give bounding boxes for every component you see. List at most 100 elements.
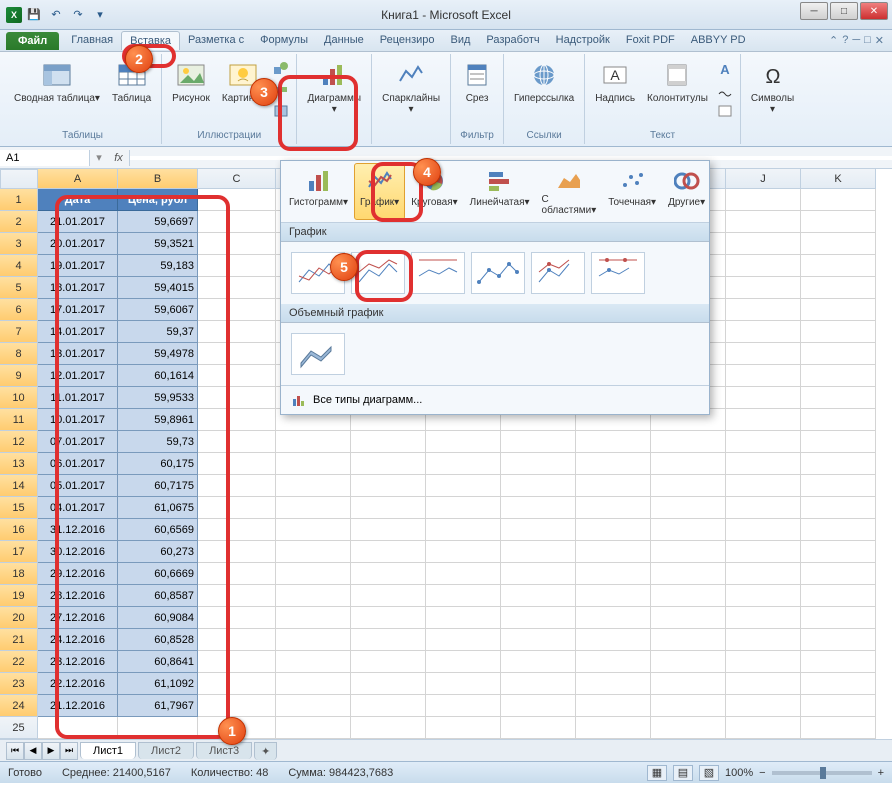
cell-D20[interactable] [276, 607, 351, 629]
cell-A9[interactable]: 12.01.2017 [38, 365, 118, 387]
cell-B18[interactable]: 60,6669 [118, 563, 198, 585]
select-all-corner[interactable] [0, 169, 38, 189]
tab-формулы[interactable]: Формулы [252, 31, 316, 50]
cell-C1[interactable] [198, 189, 276, 211]
cell-K19[interactable] [801, 585, 876, 607]
cell-C5[interactable] [198, 277, 276, 299]
cell-B7[interactable]: 59,37 [118, 321, 198, 343]
cell-J6[interactable] [726, 299, 801, 321]
headerfooter-button[interactable]: Колонтитулы [643, 56, 712, 107]
cell-B1[interactable]: Цена, рубл [118, 189, 198, 211]
row-header-25[interactable]: 25 [0, 717, 38, 739]
help-icon[interactable]: ? [842, 34, 848, 47]
cell-D25[interactable] [276, 717, 351, 739]
cell-B25[interactable] [118, 717, 198, 739]
column-header-K[interactable]: K [801, 169, 876, 189]
cell-I19[interactable] [651, 585, 726, 607]
cell-F22[interactable] [426, 651, 501, 673]
row-header-7[interactable]: 7 [0, 321, 38, 343]
file-tab[interactable]: Файл [6, 32, 59, 50]
cell-B17[interactable]: 60,273 [118, 541, 198, 563]
cell-I22[interactable] [651, 651, 726, 673]
cell-J5[interactable] [726, 277, 801, 299]
cell-F12[interactable] [426, 431, 501, 453]
tab-рецензиро[interactable]: Рецензиро [372, 31, 443, 50]
cell-J2[interactable] [726, 211, 801, 233]
cell-C18[interactable] [198, 563, 276, 585]
cell-A18[interactable]: 29.12.2016 [38, 563, 118, 585]
cell-D19[interactable] [276, 585, 351, 607]
row-header-11[interactable]: 11 [0, 409, 38, 431]
tab-надстройк[interactable]: Надстройк [548, 31, 618, 50]
cell-B6[interactable]: 59,6067 [118, 299, 198, 321]
row-header-8[interactable]: 8 [0, 343, 38, 365]
cell-J13[interactable] [726, 453, 801, 475]
name-box-dropdown[interactable]: ▾ [90, 151, 108, 164]
minimize-ribbon-icon[interactable]: ⌃ [829, 34, 838, 47]
cell-F16[interactable] [426, 519, 501, 541]
cell-B4[interactable]: 59,183 [118, 255, 198, 277]
cell-G14[interactable] [501, 475, 576, 497]
cell-A11[interactable]: 10.01.2017 [38, 409, 118, 431]
cell-A25[interactable] [38, 717, 118, 739]
cell-E14[interactable] [351, 475, 426, 497]
slicer-button[interactable]: Срез [457, 56, 497, 107]
cell-C24[interactable] [198, 695, 276, 717]
row-header-9[interactable]: 9 [0, 365, 38, 387]
cell-K2[interactable] [801, 211, 876, 233]
cell-A10[interactable]: 11.01.2017 [38, 387, 118, 409]
charts-button[interactable]: Диаграммы▾ [303, 56, 365, 118]
cell-J8[interactable] [726, 343, 801, 365]
close-button[interactable]: ✕ [860, 2, 888, 20]
cell-J10[interactable] [726, 387, 801, 409]
cell-F20[interactable] [426, 607, 501, 629]
cell-G23[interactable] [501, 673, 576, 695]
cell-B22[interactable]: 60,8641 [118, 651, 198, 673]
cell-D21[interactable] [276, 629, 351, 651]
cell-A3[interactable]: 20.01.2017 [38, 233, 118, 255]
cell-G13[interactable] [501, 453, 576, 475]
cell-G22[interactable] [501, 651, 576, 673]
row-header-18[interactable]: 18 [0, 563, 38, 585]
cell-K18[interactable] [801, 563, 876, 585]
row-header-2[interactable]: 2 [0, 211, 38, 233]
cell-G24[interactable] [501, 695, 576, 717]
cell-E15[interactable] [351, 497, 426, 519]
all-chart-types-button[interactable]: Все типы диаграмм... [281, 385, 709, 414]
cell-I16[interactable] [651, 519, 726, 541]
row-header-12[interactable]: 12 [0, 431, 38, 453]
cell-G25[interactable] [501, 717, 576, 739]
cell-A7[interactable]: 14.01.2017 [38, 321, 118, 343]
column-header-C[interactable]: C [198, 169, 276, 189]
cell-B12[interactable]: 59,73 [118, 431, 198, 453]
cell-J3[interactable] [726, 233, 801, 255]
tab-главная[interactable]: Главная [63, 31, 121, 50]
cell-I13[interactable] [651, 453, 726, 475]
shapes-button[interactable] [272, 60, 290, 78]
cell-K8[interactable] [801, 343, 876, 365]
zoom-in-button[interactable]: + [878, 767, 884, 779]
cell-J11[interactable] [726, 409, 801, 431]
tab-данные[interactable]: Данные [316, 31, 372, 50]
column-header-B[interactable]: B [118, 169, 198, 189]
cell-D16[interactable] [276, 519, 351, 541]
cell-A20[interactable]: 27.12.2016 [38, 607, 118, 629]
cell-K16[interactable] [801, 519, 876, 541]
cell-C20[interactable] [198, 607, 276, 629]
chart-category-area[interactable]: Собластями▾ [536, 163, 603, 220]
maximize-button[interactable]: □ [830, 2, 858, 20]
sheet-nav-next[interactable]: ▶ [42, 742, 60, 760]
column-header-A[interactable]: A [38, 169, 118, 189]
cell-E12[interactable] [351, 431, 426, 453]
cell-K20[interactable] [801, 607, 876, 629]
cell-I20[interactable] [651, 607, 726, 629]
cell-I15[interactable] [651, 497, 726, 519]
sheet-tab-1[interactable]: Лист1 [80, 742, 136, 759]
cell-I23[interactable] [651, 673, 726, 695]
line-chart-stacked-markers[interactable] [531, 252, 585, 294]
cell-E22[interactable] [351, 651, 426, 673]
line-chart-3d[interactable] [291, 333, 345, 375]
cell-E21[interactable] [351, 629, 426, 651]
cell-C11[interactable] [198, 409, 276, 431]
cell-A22[interactable]: 23.12.2016 [38, 651, 118, 673]
